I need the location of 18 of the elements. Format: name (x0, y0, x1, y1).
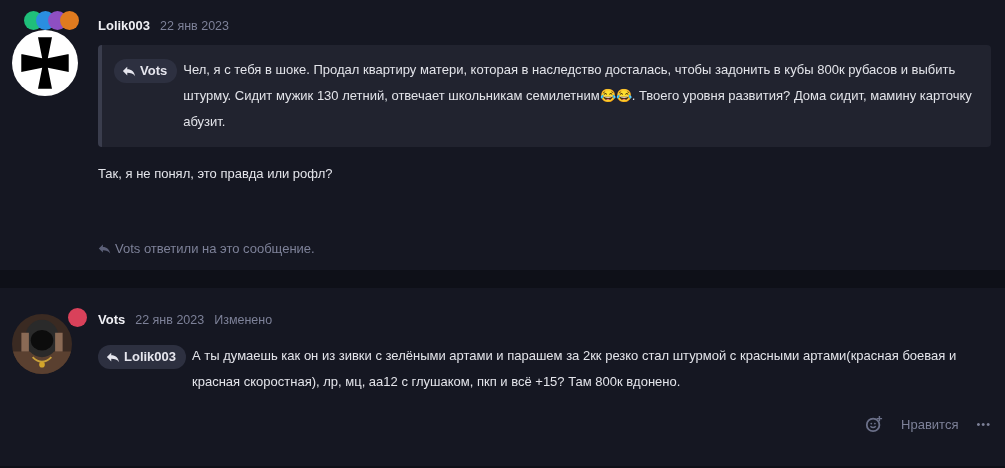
replies-link[interactable]: Vots ответили на это сообщение. (115, 241, 315, 256)
author-name[interactable]: Vots (98, 312, 126, 327)
post-date[interactable]: 22 янв 2023 (135, 313, 205, 327)
like-button[interactable]: Нравится (901, 416, 959, 432)
reply-to-chip[interactable]: Lolik003 (98, 345, 187, 369)
more-button[interactable]: ••• (976, 418, 991, 430)
quote-author-chip[interactable]: Vots (114, 59, 178, 83)
reply-icon (98, 242, 111, 255)
cross-avatar-icon[interactable] (12, 30, 78, 96)
post-date[interactable]: 22 янв 2023 (160, 19, 229, 33)
quote-text: Чел, я с тебя в шоке. Продал квартиру матери, которая в наследство досталась, чтобы задонить в кубы 800к рубасов и выбить штурму. Сидит мужик 130 летний, отвечает школьникам семилетним😂😂. Твоего уровня развития? Дома сидит, мамину карточку абузит. (183, 61, 973, 131)
post-text: Так, я не понял, это правда или рофл? (98, 165, 334, 183)
reply-icon (122, 64, 136, 78)
post-text: А ты думаешь как он из зивки с зелёными артами и парашем за 2кк резко стал штурмой с красными артами(красная боевая и красная скоростная), лр, мц, аа12 с глушаком, пкп и всё +15? Там 800к вдонено. (192, 347, 958, 391)
author-name[interactable]: Lolik003 (98, 18, 151, 33)
reply-icon (106, 350, 120, 364)
edited-label[interactable]: Изменено (214, 313, 273, 327)
add-reaction-icon[interactable] (865, 415, 884, 433)
